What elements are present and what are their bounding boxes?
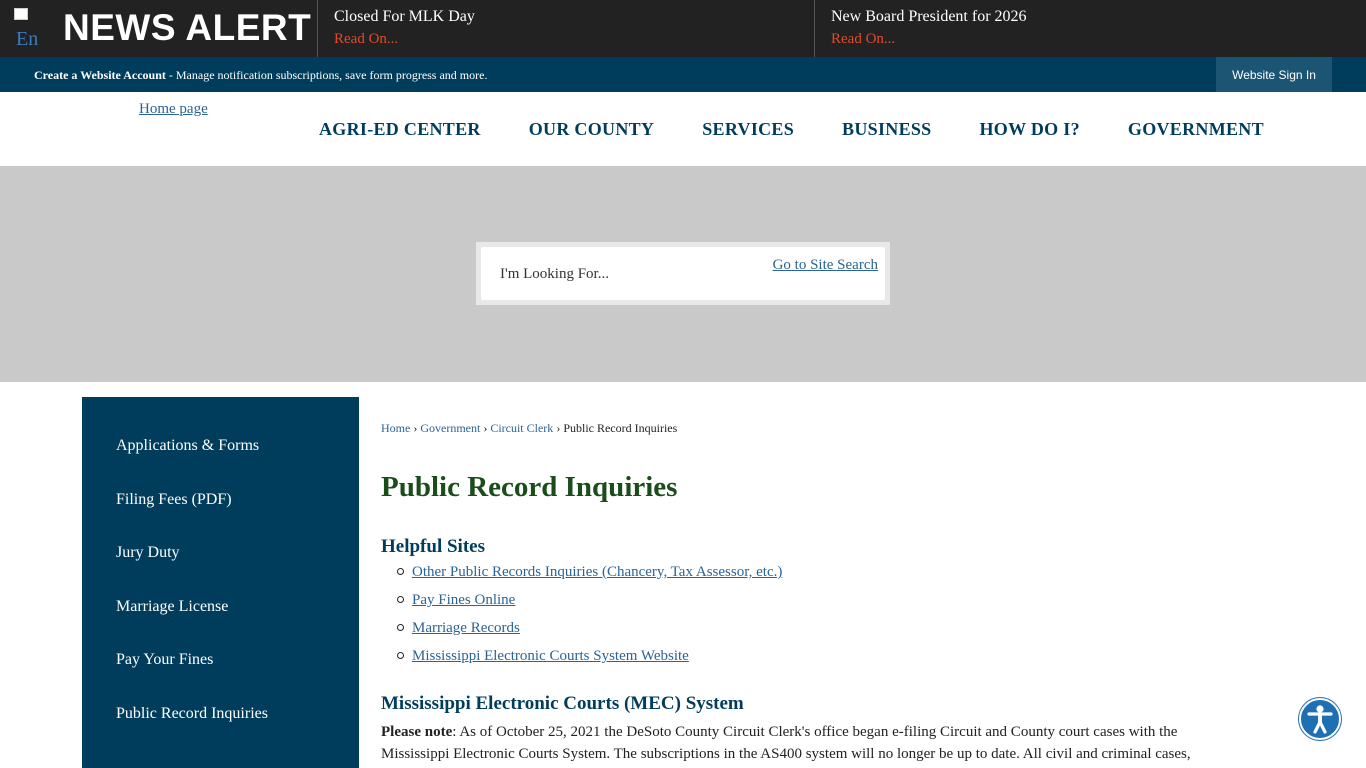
nav-our-county[interactable]: OUR COUNTY bbox=[505, 119, 679, 140]
home-logo-alt[interactable]: Home page bbox=[139, 101, 208, 118]
page-title: Public Record Inquiries bbox=[381, 471, 678, 503]
news-alert-title: NEWS ALERT bbox=[63, 7, 312, 48]
broken-image-icon: En bbox=[14, 8, 56, 48]
sidebar-item-applications-forms[interactable]: Applications & Forms bbox=[82, 419, 359, 473]
sidebar-item-marriage-license[interactable]: Marriage License bbox=[82, 580, 359, 634]
news-alert-item[interactable]: Closed For MLK Day Read On... bbox=[318, 0, 815, 57]
pay-fines-online-link[interactable]: Pay Fines Online bbox=[412, 592, 515, 608]
sidebar-nav: Applications & Forms Filing Fees (PDF) J… bbox=[82, 397, 359, 768]
breadcrumb-current: Public Record Inquiries bbox=[563, 421, 678, 435]
main-nav: AGRI-ED CENTER OUR COUNTY SERVICES BUSIN… bbox=[295, 92, 1288, 166]
news-alert-bar: En NEWS ALERT Closed For MLK Day Read On… bbox=[0, 0, 1366, 57]
search-banner: I'm Looking For... Go to Site Search bbox=[0, 166, 1366, 382]
breadcrumb-separator: › bbox=[413, 421, 418, 435]
breadcrumb: Home › Government › Circuit Clerk › Public Rec… bbox=[381, 421, 677, 436]
helpful-links-list: Other Public Records Inquiries (Chancery… bbox=[397, 562, 782, 674]
breadcrumb-government[interactable]: Government bbox=[420, 421, 480, 435]
home-logo-link[interactable]: Home page bbox=[139, 101, 208, 118]
breadcrumb-home[interactable]: Home bbox=[381, 421, 410, 435]
other-public-records-link[interactable]: Other Public Records Inquiries (Chancery… bbox=[412, 564, 782, 580]
create-account-desc: - Manage notification subscriptions, sav… bbox=[165, 68, 488, 82]
site-search-button[interactable]: Go to Site Search bbox=[773, 257, 878, 274]
sidebar-item-public-record-inquiries[interactable]: Public Record Inquiries bbox=[82, 687, 359, 741]
mec-heading: Mississippi Electronic Courts (MEC) Syst… bbox=[381, 693, 744, 714]
search-input[interactable]: I'm Looking For... Go to Site Search bbox=[481, 247, 885, 300]
sidebar-item-jury-duty[interactable]: Jury Duty bbox=[82, 526, 359, 580]
news-alert-item[interactable]: New Board President for 2026 Read On... bbox=[815, 0, 1366, 57]
account-strip: Create a Website Account - Manage notifi… bbox=[0, 57, 1366, 92]
nav-services[interactable]: SERVICES bbox=[678, 119, 818, 140]
website-sign-in-button[interactable]: Website Sign In bbox=[1216, 57, 1332, 92]
breadcrumb-separator: › bbox=[556, 421, 561, 435]
helpful-sites-heading: Helpful Sites bbox=[381, 536, 485, 557]
nav-agri-ed-center[interactable]: AGRI-ED CENTER bbox=[295, 119, 505, 140]
site-search-box: I'm Looking For... Go to Site Search bbox=[476, 242, 890, 305]
news-alert-headline[interactable]: New Board President for 2026 bbox=[831, 7, 1366, 27]
search-placeholder[interactable]: I'm Looking For... bbox=[500, 266, 609, 283]
nav-business[interactable]: BUSINESS bbox=[818, 119, 955, 140]
note-label: Please note bbox=[381, 724, 453, 740]
logo-alt-text: En bbox=[16, 28, 39, 48]
sidebar-item-pay-your-fines[interactable]: Pay Your Fines bbox=[82, 633, 359, 687]
note-text: : As of October 25, 2021 the DeSoto Coun… bbox=[381, 724, 1191, 762]
mec-note-paragraph: Please note: As of October 25, 2021 the … bbox=[381, 721, 1221, 765]
read-on-link[interactable]: Read On... bbox=[831, 27, 1366, 51]
breadcrumb-circuit-clerk[interactable]: Circuit Clerk bbox=[490, 421, 553, 435]
accessibility-person-icon bbox=[1307, 705, 1333, 734]
create-account-link[interactable]: Create a Website Account bbox=[34, 68, 166, 82]
site-header: Home page AGRI-ED CENTER OUR COUNTY SERV… bbox=[0, 92, 1366, 166]
nav-how-do-i[interactable]: HOW DO I? bbox=[956, 119, 1104, 140]
marriage-records-link[interactable]: Marriage Records bbox=[412, 620, 520, 636]
create-account-text: Create a Website Account - Manage notifi… bbox=[34, 68, 487, 83]
sidebar-item-filing-fees[interactable]: Filing Fees (PDF) bbox=[82, 473, 359, 527]
mec-website-link[interactable]: Mississippi Electronic Courts System Web… bbox=[412, 648, 689, 664]
accessibility-button[interactable] bbox=[1299, 698, 1341, 740]
list-item: Other Public Records Inquiries (Chancery… bbox=[397, 562, 782, 590]
list-item: Pay Fines Online bbox=[397, 590, 782, 618]
news-alert-brand: En NEWS ALERT bbox=[0, 0, 318, 57]
list-item: Mississippi Electronic Courts System Web… bbox=[397, 646, 782, 674]
read-on-link[interactable]: Read On... bbox=[334, 27, 814, 51]
nav-government[interactable]: GOVERNMENT bbox=[1104, 119, 1288, 140]
breadcrumb-separator: › bbox=[483, 421, 488, 435]
news-alert-headline[interactable]: Closed For MLK Day bbox=[334, 7, 814, 27]
list-item: Marriage Records bbox=[397, 618, 782, 646]
